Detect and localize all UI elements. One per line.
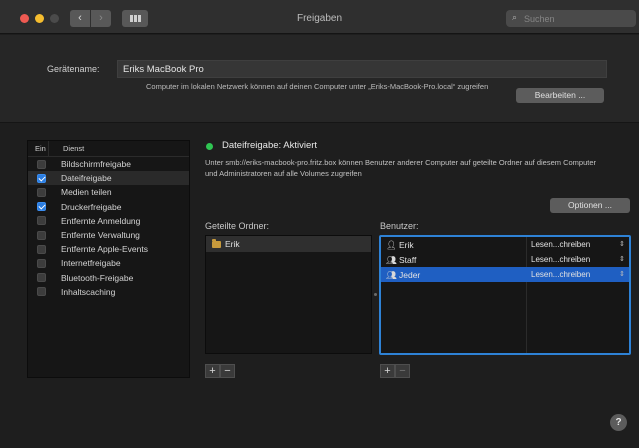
- add-folder-button[interactable]: +: [205, 364, 220, 378]
- users-label: Benutzer:: [380, 221, 419, 231]
- group-icon: 👥︎: [386, 254, 397, 265]
- title-bar: ‹ › Freigaben ⌕: [0, 0, 639, 34]
- search-input[interactable]: [524, 11, 632, 26]
- add-user-button[interactable]: +: [380, 364, 395, 378]
- service-label: Druckerfreigabe: [61, 201, 122, 212]
- table-row[interactable]: 👤︎ Erik Lesen...chreiben ⇕: [381, 237, 629, 252]
- remove-user-button[interactable]: −: [395, 364, 410, 378]
- service-checkbox[interactable]: [37, 173, 46, 183]
- service-checkbox[interactable]: [37, 159, 46, 169]
- service-label: Dateifreigabe: [61, 173, 112, 184]
- service-label: Entfernte Verwaltung: [61, 230, 140, 241]
- folder-add-remove: + −: [205, 364, 235, 378]
- service-checkbox[interactable]: [37, 230, 46, 240]
- status-text: Dateifreigabe: Aktiviert: [222, 140, 318, 151]
- search-icon: ⌕: [512, 12, 518, 22]
- permission-select[interactable]: Lesen...chreiben: [531, 240, 611, 249]
- list-item[interactable]: Erik: [206, 236, 371, 252]
- service-row-entfernte-anmeldung[interactable]: Entfernte Anmeldung: [28, 214, 189, 228]
- help-button[interactable]: ?: [610, 414, 627, 431]
- person-icon: 👤︎: [386, 239, 397, 250]
- table-row[interactable]: 👥︎ Jeder Lesen...chreiben ⇕: [381, 267, 629, 282]
- column-header-on[interactable]: Ein: [28, 141, 49, 156]
- service-row-bildschirmfreigabe[interactable]: Bildschirmfreigabe: [28, 157, 189, 171]
- everyone-icon: 👥︎: [386, 269, 397, 280]
- split-resize-handle[interactable]: [374, 293, 377, 296]
- edit-button[interactable]: Bearbeiten ...: [516, 88, 604, 103]
- service-label: Inhaltscaching: [61, 286, 116, 297]
- service-row-entfernte-apple-events[interactable]: Entfernte Apple-Events: [28, 242, 189, 256]
- service-label: Bluetooth-Freigabe: [61, 272, 134, 283]
- updown-arrows-icon[interactable]: ⇕: [619, 252, 625, 267]
- service-checkbox[interactable]: [37, 187, 46, 197]
- service-row-inhaltscaching[interactable]: Inhaltscaching: [28, 285, 189, 299]
- status-description: Unter smb://eriks-macbook-pro.fritz.box …: [205, 158, 597, 178]
- service-checkbox[interactable]: [37, 258, 46, 268]
- service-row-internetfreigabe[interactable]: Internetfreigabe: [28, 256, 189, 270]
- permission-select[interactable]: Lesen...chreiben: [531, 255, 611, 264]
- service-row-druckerfreigabe[interactable]: Druckerfreigabe: [28, 200, 189, 214]
- remove-folder-button[interactable]: −: [220, 364, 235, 378]
- user-name: Erik: [399, 239, 414, 250]
- service-list-header: Ein Dienst: [28, 141, 189, 157]
- service-label: Internetfreigabe: [61, 258, 121, 269]
- options-button[interactable]: Optionen ...: [550, 198, 630, 213]
- device-name-label: Gerätename:: [47, 64, 100, 74]
- shared-folders-label: Geteilte Ordner:: [205, 221, 270, 231]
- permission-select[interactable]: Lesen...chreiben: [531, 270, 611, 279]
- table-row[interactable]: 👥︎ Staff Lesen...chreiben ⇕: [381, 252, 629, 267]
- device-section: [0, 35, 639, 123]
- device-name-field[interactable]: [117, 60, 607, 78]
- status-indicator-icon: [206, 143, 213, 150]
- device-description: Computer im lokalen Netzwerk können auf …: [146, 82, 489, 91]
- user-name: Staff: [399, 254, 417, 265]
- service-list: Ein Dienst Bildschirmfreigabe Dateifreig…: [27, 140, 190, 378]
- folder-icon: [212, 238, 221, 248]
- service-checkbox[interactable]: [37, 244, 46, 254]
- service-checkbox[interactable]: [37, 202, 46, 212]
- service-label: Medien teilen: [61, 187, 112, 198]
- service-row-entfernte-verwaltung[interactable]: Entfernte Verwaltung: [28, 228, 189, 242]
- updown-arrows-icon[interactable]: ⇕: [619, 267, 625, 282]
- service-label: Bildschirmfreigabe: [61, 159, 131, 170]
- service-checkbox[interactable]: [37, 287, 46, 297]
- service-label: Entfernte Apple-Events: [61, 244, 148, 255]
- users-list: 👤︎ Erik Lesen...chreiben ⇕ 👥︎ Staff Lese…: [379, 235, 631, 355]
- service-label: Entfernte Anmeldung: [61, 215, 141, 226]
- folder-name: Erik: [225, 239, 240, 249]
- service-row-medien-teilen[interactable]: Medien teilen: [28, 185, 189, 199]
- updown-arrows-icon[interactable]: ⇕: [619, 237, 625, 252]
- user-add-remove: + −: [380, 364, 410, 378]
- column-header-service[interactable]: Dienst: [49, 141, 84, 156]
- service-checkbox[interactable]: [37, 216, 46, 226]
- shared-folders-list: Erik: [205, 235, 372, 354]
- service-checkbox[interactable]: [37, 273, 46, 283]
- service-row-bluetooth-freigabe[interactable]: Bluetooth-Freigabe: [28, 271, 189, 285]
- search-field[interactable]: ⌕: [506, 10, 636, 27]
- user-name: Jeder: [399, 269, 421, 280]
- service-row-dateifreigabe[interactable]: Dateifreigabe: [28, 171, 189, 186]
